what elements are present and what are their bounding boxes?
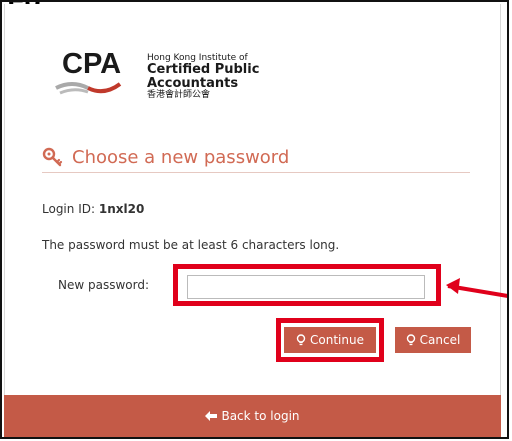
logo-line-3: 香港會計師公會 (147, 89, 211, 100)
key-icon (42, 147, 63, 167)
section-heading: Choose a new password (42, 142, 470, 173)
password-rule-text: The password must be at least 6 characte… (42, 238, 340, 252)
lightbulb-icon (296, 334, 306, 346)
lightbulb-icon (406, 334, 415, 346)
logo-acronym: CPA (62, 48, 122, 80)
login-id-label: Login ID: (42, 202, 96, 216)
login-id-value: 1nxl20 (98, 202, 145, 216)
logo-swoosh-icon (55, 82, 122, 95)
cancel-button[interactable]: Cancel (395, 327, 471, 353)
continue-button[interactable]: Continue (284, 327, 376, 353)
logo-wordmark: Hong Kong Institute of Certified Public … (147, 53, 354, 100)
login-id-row: Login ID: 1nxl20 (42, 202, 144, 216)
hkicpa-logo: CPA Hong Kong Institute of Certified Pub… (54, 48, 354, 108)
new-password-label: New password: (58, 278, 150, 292)
arrow-left-icon (205, 411, 218, 421)
back-to-login-label: Back to login (221, 409, 300, 423)
heading-text: Choose a new password (72, 146, 290, 168)
new-password-input[interactable] (187, 275, 425, 299)
logo-line-2: Certified Public Accountants (147, 62, 260, 92)
arrow-left-annotation-icon (446, 278, 508, 298)
back-to-login-link[interactable]: Back to login (4, 395, 501, 437)
cancel-label: Cancel (419, 333, 461, 347)
continue-label: Continue (310, 333, 364, 347)
